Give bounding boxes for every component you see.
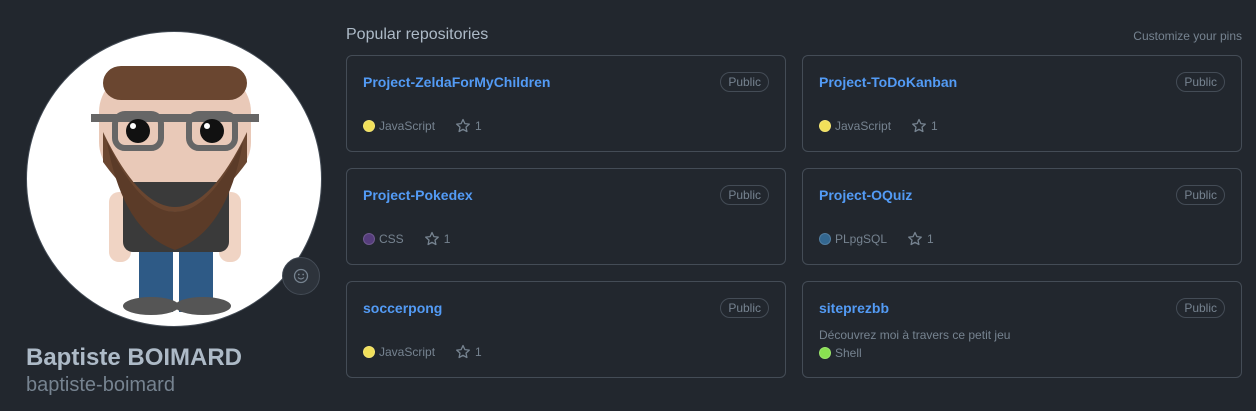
language-color-dot — [363, 346, 375, 358]
repo-stars-link[interactable]: 1 — [424, 231, 451, 247]
repo-name-link[interactable]: siteprezbb — [819, 300, 889, 316]
repo-card: Project-ToDoKanban Public JavaScript 1 — [802, 55, 1242, 152]
repo-stars-link[interactable]: 1 — [455, 344, 482, 360]
repo-name-link[interactable]: Project-OQuiz — [819, 187, 912, 203]
language-color-dot — [363, 120, 375, 132]
repo-card: siteprezbb Public Découvrez moi à travers … — [802, 281, 1242, 378]
repo-card: Project-Pokedex Public CSS 1 — [346, 168, 786, 265]
star-icon — [912, 118, 926, 133]
repo-description: Découvrez moi à travers ce petit jeu — [819, 328, 1011, 342]
visibility-badge: Public — [1176, 72, 1225, 92]
repo-stars-link[interactable]: 1 — [455, 118, 482, 134]
visibility-badge: Public — [1176, 298, 1225, 318]
star-icon — [456, 118, 470, 133]
repo-language: CSS — [379, 232, 404, 246]
profile-fullname: Baptiste BOIMARD — [26, 344, 243, 371]
visibility-badge: Public — [1176, 185, 1225, 205]
language-color-dot — [363, 233, 375, 245]
language-color-dot — [819, 120, 831, 132]
visibility-badge: Public — [720, 298, 769, 318]
repo-meta: JavaScript 1 — [363, 344, 482, 360]
visibility-badge: Public — [720, 185, 769, 205]
star-count: 1 — [931, 119, 938, 133]
repo-meta: Shell — [819, 346, 862, 360]
repo-meta: PLpgSQL 1 — [819, 231, 934, 247]
customize-pins-link[interactable]: Customize your pins — [1133, 29, 1242, 43]
repo-name-link[interactable]: soccerpong — [363, 300, 442, 316]
smiley-icon — [293, 268, 309, 284]
star-icon — [908, 231, 922, 246]
language-color-dot — [819, 347, 831, 359]
star-icon — [456, 344, 470, 359]
repo-name-link[interactable]: Project-Pokedex — [363, 187, 473, 203]
star-count: 1 — [475, 345, 482, 359]
repo-stars-link[interactable]: 1 — [911, 118, 938, 134]
repo-stars-link[interactable]: 1 — [907, 231, 934, 247]
avatar[interactable] — [26, 31, 322, 327]
profile-username: baptiste-boimard — [26, 374, 175, 396]
repo-meta: CSS 1 — [363, 231, 450, 247]
popular-repositories-title: Popular repositories — [346, 26, 489, 43]
repo-card: Project-ZeldaForMyChildren Public JavaScri… — [346, 55, 786, 152]
language-color-dot — [819, 233, 831, 245]
repo-card: Project-OQuiz Public PLpgSQL 1 — [802, 168, 1242, 265]
repo-name-link[interactable]: Project-ZeldaForMyChildren — [363, 74, 550, 90]
avatar-illustration — [91, 66, 259, 315]
set-status-button[interactable] — [282, 257, 320, 295]
repo-name-link[interactable]: Project-ToDoKanban — [819, 74, 957, 90]
visibility-badge: Public — [720, 72, 769, 92]
star-count: 1 — [927, 232, 934, 246]
repo-card: soccerpong Public JavaScript 1 — [346, 281, 786, 378]
repo-language: JavaScript — [835, 119, 892, 133]
star-count: 1 — [475, 119, 482, 133]
repo-language: PLpgSQL — [835, 232, 888, 246]
repo-language: JavaScript — [379, 119, 436, 133]
repo-meta: JavaScript 1 — [819, 118, 938, 134]
star-count: 1 — [443, 232, 451, 246]
profile-avatar-container — [26, 31, 322, 327]
repo-language: JavaScript — [379, 345, 436, 359]
star-icon — [424, 231, 439, 246]
repo-language: Shell — [835, 346, 862, 360]
repo-meta: JavaScript 1 — [363, 118, 482, 134]
